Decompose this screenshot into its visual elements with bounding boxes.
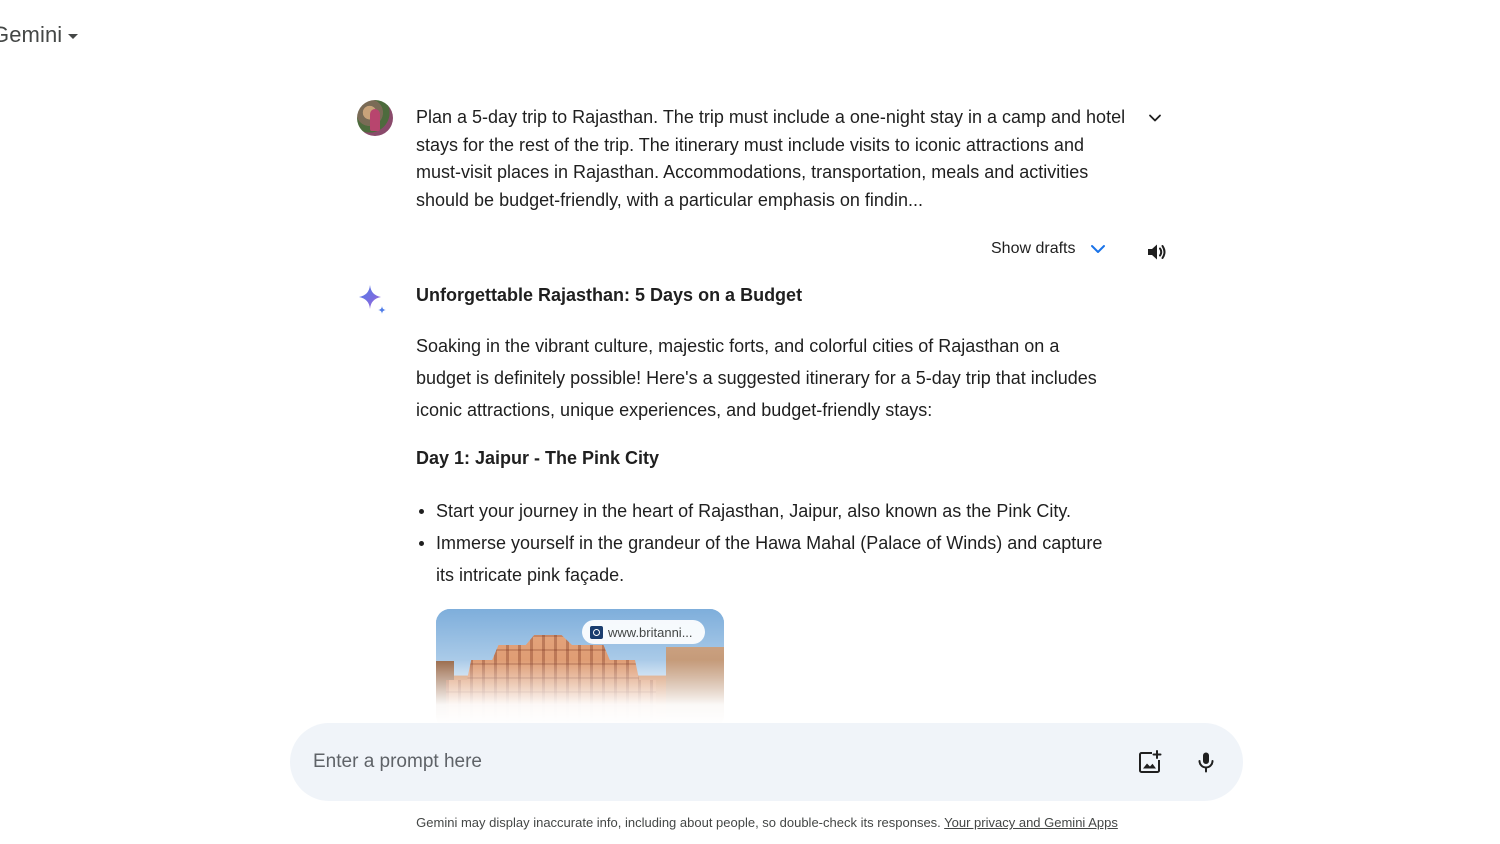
user-avatar (357, 100, 393, 136)
microphone-icon (1198, 752, 1214, 773)
list-item: Immerse yourself in the grandeur of the … (416, 527, 1116, 591)
day1-bullet-list: Start your journey in the heart of Rajas… (416, 495, 1116, 591)
chevron-down-icon (1149, 114, 1161, 122)
disclaimer: Gemini may display inaccurate info, incl… (0, 815, 1500, 830)
app-name: Gemini (0, 22, 63, 47)
add-image-icon (1139, 750, 1162, 773)
microphone-button[interactable] (1192, 748, 1220, 776)
chevron-down-icon (1091, 245, 1106, 253)
prompt-input[interactable] (313, 743, 1093, 781)
response-title: Unforgettable Rajasthan: 5 Days on a Bud… (416, 285, 803, 305)
scroll-fade (280, 660, 1260, 724)
image-source-label: www.britanni... (608, 624, 693, 640)
list-item: Start your journey in the heart of Rajas… (416, 495, 1116, 527)
response-intro: Soaking in the vibrant culture, majestic… (416, 336, 1097, 420)
show-drafts-button[interactable]: Show drafts (991, 240, 1107, 258)
prompt-bar (290, 723, 1243, 801)
caret-down-icon (68, 33, 79, 39)
read-aloud-button[interactable] (1145, 240, 1169, 264)
volume-icon (1148, 244, 1166, 260)
day1-heading: Day 1: Jaipur - The Pink City (416, 448, 660, 468)
image-source-chip[interactable]: www.britanni... (582, 620, 705, 644)
upload-image-button[interactable] (1136, 748, 1164, 776)
privacy-link[interactable]: Your privacy and Gemini Apps (944, 815, 1118, 830)
gemini-sparkle-icon (359, 285, 386, 314)
model-switcher[interactable]: Gemini (0, 22, 79, 48)
source-favicon-icon (590, 625, 603, 639)
user-prompt-text: Plan a 5-day trip to Rajasthan. The trip… (416, 107, 1126, 210)
expand-prompt-button[interactable] (1143, 106, 1167, 130)
disclaimer-text: Gemini may display inaccurate info, incl… (416, 815, 945, 830)
show-drafts-label: Show drafts (991, 240, 1076, 257)
